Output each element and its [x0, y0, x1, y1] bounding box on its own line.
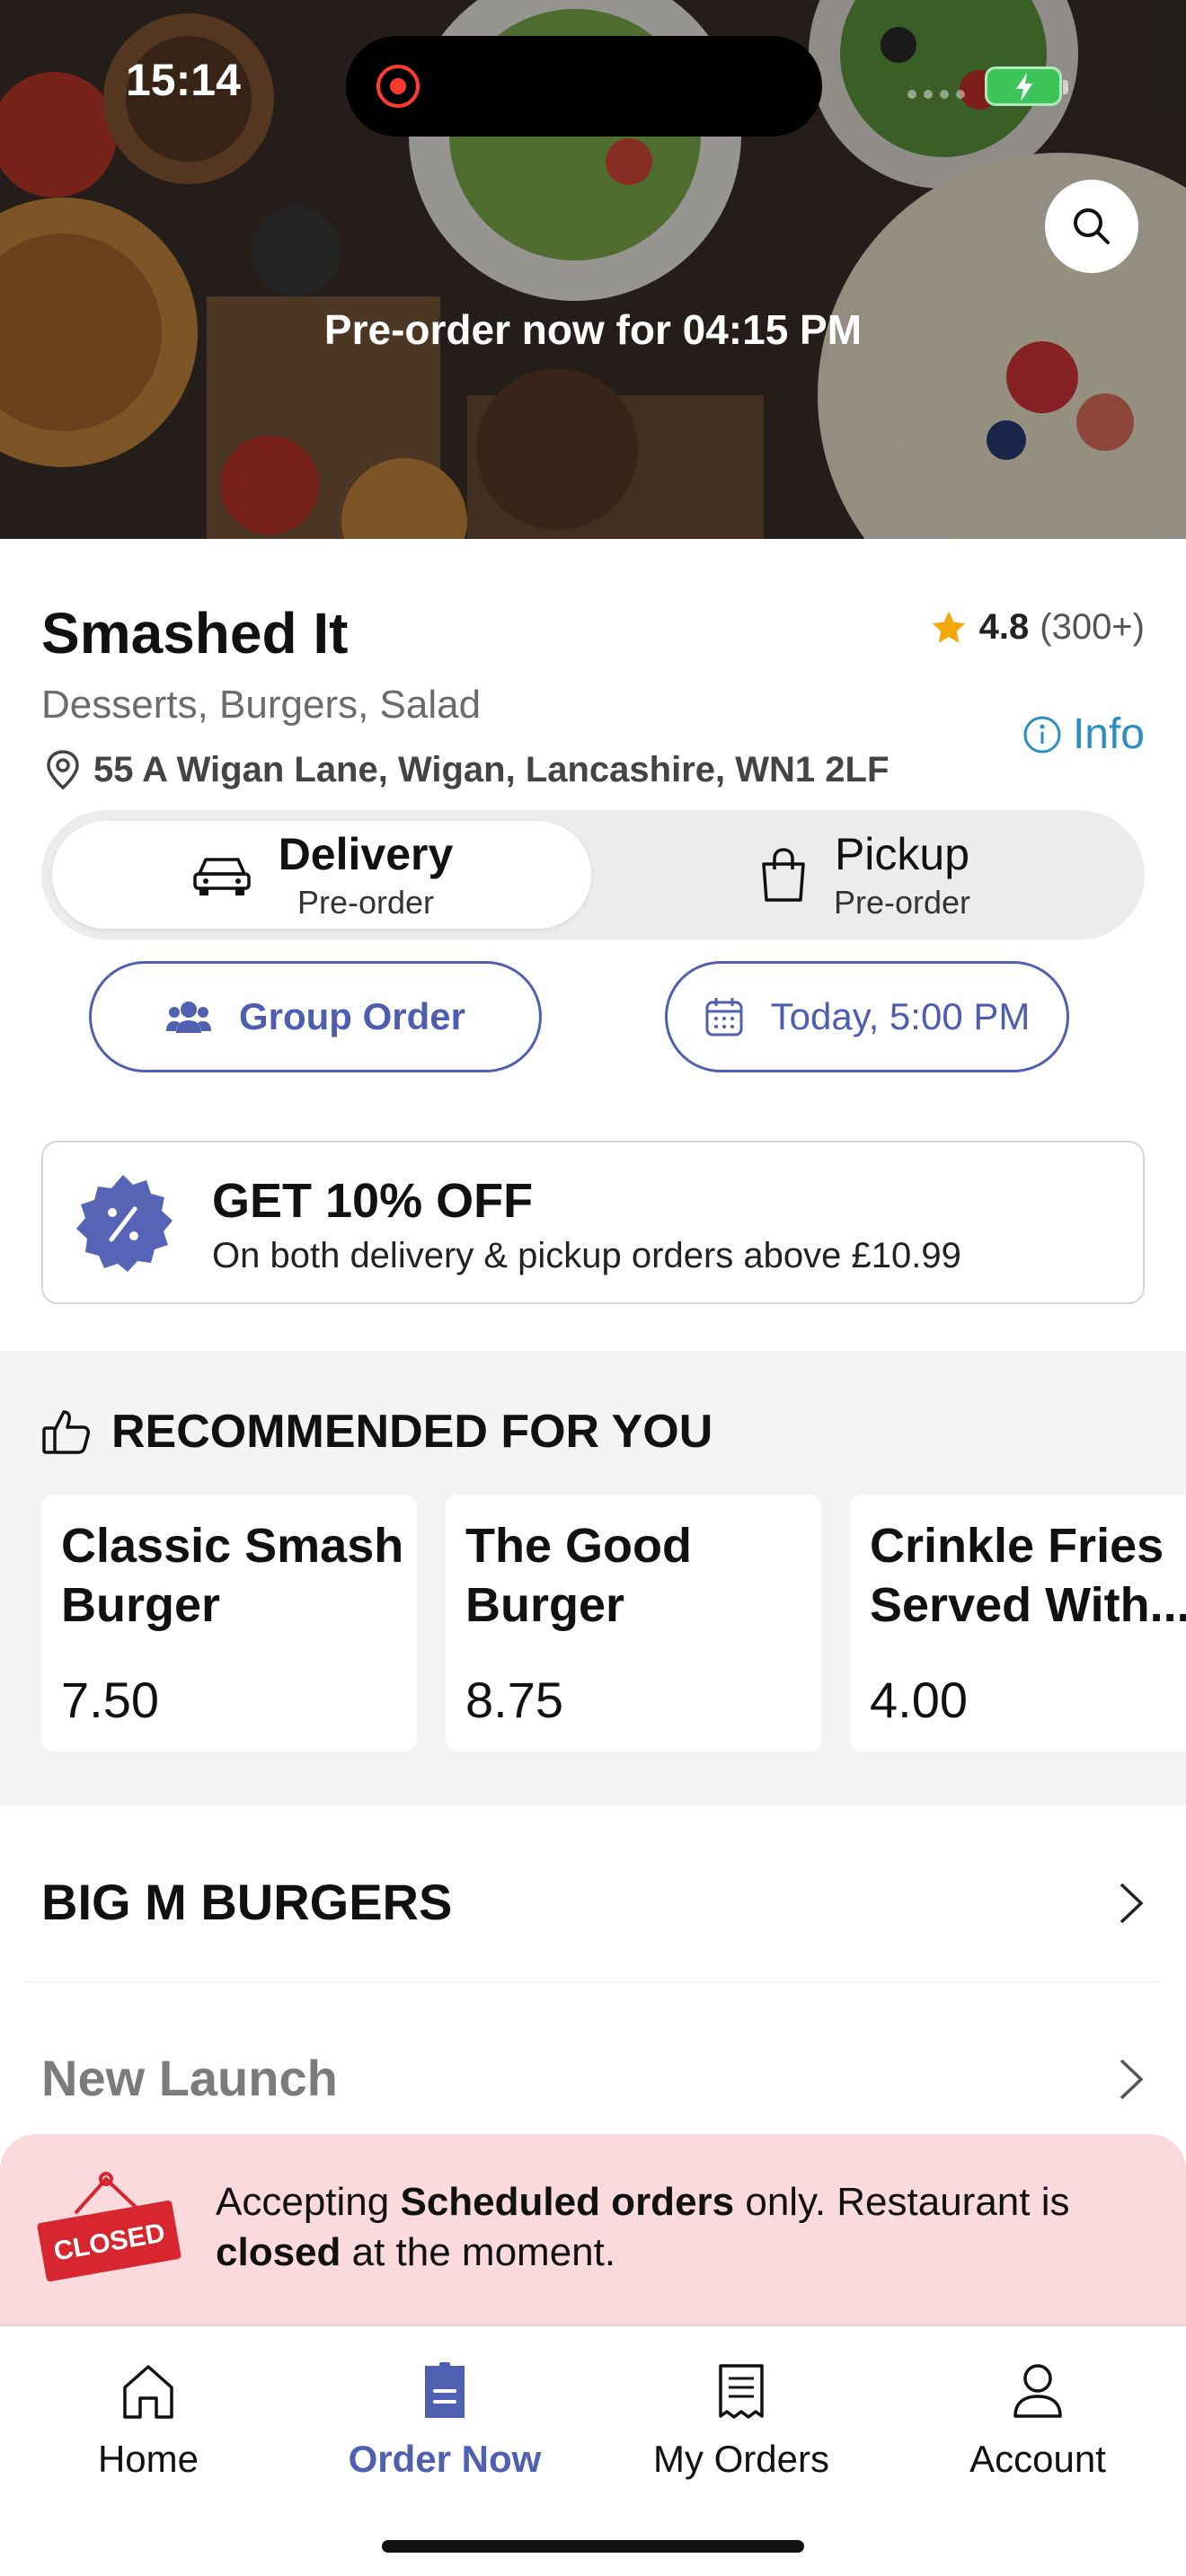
pickup-option[interactable]: Pickup Pre-order [595, 821, 1134, 929]
chevron-right-icon [1120, 2059, 1144, 2100]
closed-message: Accepting Scheduled orders only. Restaur… [216, 2177, 1150, 2278]
tab-home[interactable]: Home [0, 2362, 296, 2481]
hero-banner: 15:14 Pre-order now for 04:15 PM [0, 0, 1186, 539]
account-icon [1013, 2364, 1062, 2418]
restaurant-address: 55 A Wigan Lane, Wigan, Lancashire, WN1 … [45, 749, 889, 790]
location-pin-icon [47, 750, 79, 790]
dynamic-island [346, 36, 822, 137]
divider [25, 1981, 1161, 1983]
shopping-bag-icon [762, 848, 805, 902]
recommended-item[interactable]: The Good Burger 8.75 [446, 1495, 821, 1751]
closed-text-bold-1: Scheduled orders [400, 2180, 735, 2224]
preorder-banner-text: Pre-order now for 04:15 PM [323, 306, 863, 353]
closed-sign-icon: CLOSED [37, 2172, 181, 2282]
info-label: Info [1072, 710, 1145, 758]
recommended-item[interactable]: Classic Smash Burger 7.50 [41, 1495, 417, 1751]
tab-my-orders-label: My Orders [652, 2438, 829, 2480]
home-icon [123, 2365, 173, 2419]
rating-value: 4.8 [978, 607, 1030, 647]
recommended-title: RECOMMENDED FOR YOU [111, 1406, 713, 1458]
offer-card[interactable]: GET 10% OFF On both delivery & pickup or… [41, 1141, 1145, 1304]
signal-icon [907, 90, 965, 99]
schedule-time-button[interactable]: Today, 5:00 PM [665, 961, 1069, 1072]
item-name: Classic Smash Burger [61, 1519, 404, 1632]
closed-text-3: at the moment. [341, 2230, 616, 2274]
closed-notice: CLOSED Accepting Scheduled orders only. … [0, 2134, 1186, 2326]
category-label: BIG M BURGERS [41, 1874, 453, 1930]
battery-charging-icon [985, 66, 1068, 106]
star-icon [932, 611, 965, 643]
delivery-label: Delivery [278, 829, 454, 879]
info-button[interactable]: Info [1022, 710, 1145, 759]
car-icon [192, 858, 251, 895]
discount-badge-icon [76, 1175, 173, 1272]
closed-text-bold-2: closed [216, 2230, 341, 2274]
item-name: Crinkle Fries Served With... [870, 1519, 1186, 1632]
pickup-label: Pickup [834, 829, 970, 879]
closed-text-2: only. Restaurant is [734, 2180, 1070, 2224]
thumbs-up-icon [42, 1410, 90, 1454]
item-name: The Good Burger [465, 1519, 692, 1632]
recommended-item[interactable]: Crinkle Fries Served With... 4.00 [850, 1495, 1186, 1751]
bottom-tab-bar: Home Order Now My Orders Account [0, 2326, 1186, 2576]
tab-order-now-label: Order Now [348, 2438, 542, 2480]
category-row[interactable]: BIG M BURGERS [0, 1814, 1186, 1990]
delivery-sublabel: Pre-order [296, 884, 435, 921]
order-mode-toggle: Delivery Pre-order Pickup Pre-order [41, 810, 1145, 940]
info-icon [1023, 716, 1061, 753]
recommended-heading: RECOMMENDED FOR YOU [41, 1405, 712, 1459]
address-text: 55 A Wigan Lane, Wigan, Lancashire, WN1 … [93, 749, 890, 790]
status-time: 15:14 [126, 55, 241, 105]
offer-subtitle: On both delivery & pickup orders above £… [212, 1236, 961, 1275]
receipt-icon [719, 2364, 764, 2419]
recording-indicator-icon [376, 65, 420, 108]
tab-account-label: Account [969, 2438, 1106, 2480]
search-icon [1074, 208, 1110, 244]
item-price: 7.50 [61, 1672, 159, 1728]
order-now-icon [425, 2362, 465, 2418]
calendar-icon [705, 998, 743, 1037]
chevron-right-icon [1120, 1883, 1144, 1924]
tab-home-label: Home [97, 2438, 199, 2480]
offer-title: GET 10% OFF [212, 1174, 534, 1228]
home-indicator[interactable] [382, 2540, 804, 2553]
cuisine-list: Desserts, Burgers, Salad [41, 683, 482, 727]
group-order-button[interactable]: Group Order [89, 961, 542, 1072]
tab-my-orders[interactable]: My Orders [593, 2362, 890, 2481]
item-price: 8.75 [465, 1672, 563, 1728]
tab-order-now[interactable]: Order Now [296, 2362, 593, 2481]
recommended-section: RECOMMENDED FOR YOU Classic Smash Burger… [0, 1351, 1186, 1805]
rating-count: (300+) [1040, 607, 1145, 647]
recommended-carousel[interactable]: Classic Smash Burger 7.50 The Good Burge… [41, 1495, 1186, 1755]
closed-text-1: Accepting [216, 2180, 401, 2224]
group-order-label: Group Order [238, 995, 466, 1037]
tab-account[interactable]: Account [890, 2362, 1186, 2481]
restaurant-name: Smashed It [41, 601, 349, 666]
item-price: 4.00 [870, 1672, 968, 1728]
delivery-option[interactable]: Delivery Pre-order [52, 821, 591, 929]
group-users-icon [165, 1001, 211, 1033]
rating: 4.8 (300+) [929, 607, 1145, 648]
pickup-sublabel: Pre-order [833, 884, 971, 921]
search-button[interactable] [1045, 180, 1138, 273]
schedule-time-label: Today, 5:00 PM [770, 995, 1031, 1037]
